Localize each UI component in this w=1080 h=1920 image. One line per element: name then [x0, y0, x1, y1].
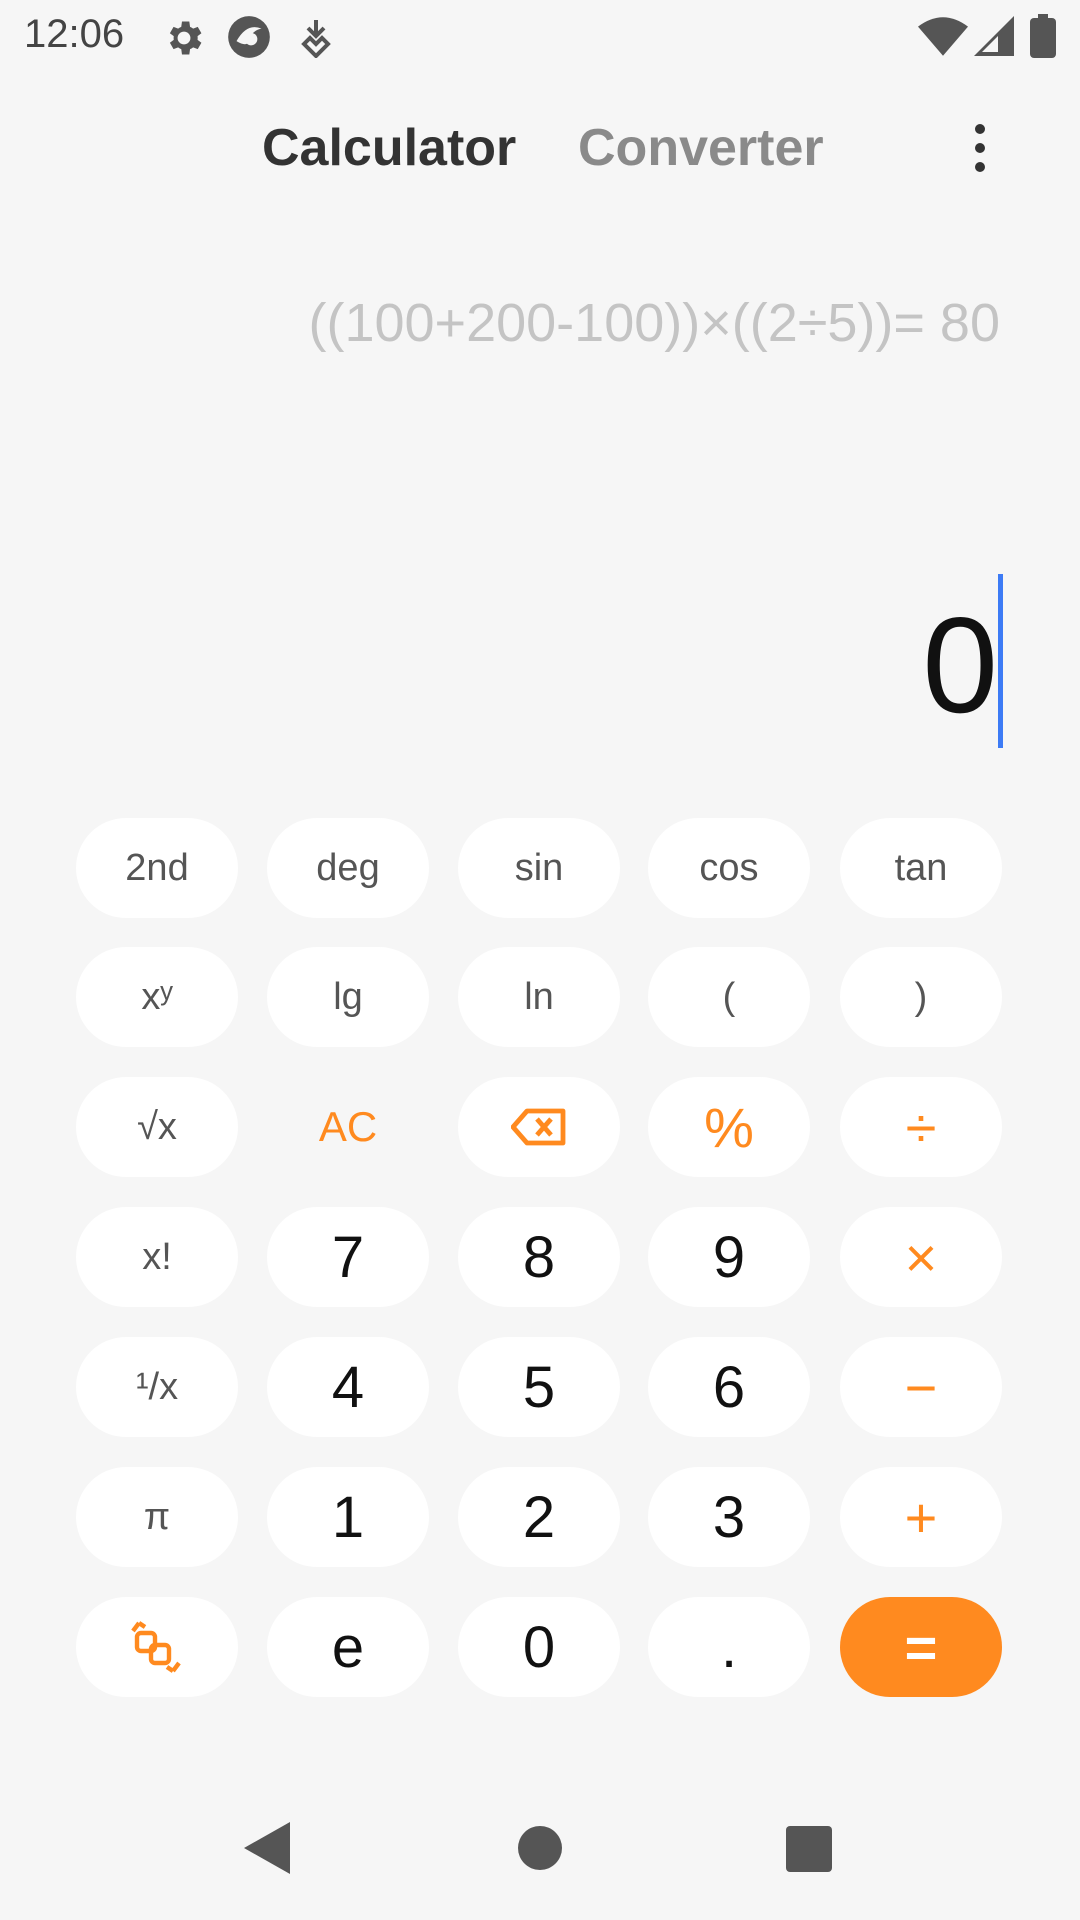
switch-mode-icon	[131, 1621, 181, 1673]
home-icon[interactable]	[518, 1826, 562, 1870]
digit-5-button[interactable]: 5	[458, 1337, 620, 1437]
digit-3-button[interactable]: 3	[648, 1467, 810, 1567]
text-cursor	[998, 574, 1003, 748]
digit-0-button[interactable]: 0	[458, 1597, 620, 1697]
sin-button[interactable]: sin	[458, 818, 620, 918]
decimal-point-button[interactable]: .	[648, 1597, 810, 1697]
percent-button[interactable]: %	[648, 1077, 810, 1177]
log-button[interactable]: lg	[267, 947, 429, 1047]
digit-7-button[interactable]: 7	[267, 1207, 429, 1307]
all-clear-button[interactable]: AC	[267, 1077, 429, 1177]
equals-button[interactable]: =	[840, 1597, 1002, 1697]
degree-mode-button[interactable]: deg	[267, 818, 429, 918]
signal-icon	[974, 16, 1014, 56]
digit-2-button[interactable]: 2	[458, 1467, 620, 1567]
backspace-button[interactable]	[458, 1077, 620, 1177]
tab-converter[interactable]: Converter	[578, 118, 824, 178]
status-bar: 12:06	[0, 0, 1080, 80]
digit-8-button[interactable]: 8	[458, 1207, 620, 1307]
wifi-icon	[918, 17, 968, 56]
ln-button[interactable]: ln	[458, 947, 620, 1047]
more-options-icon[interactable]	[956, 118, 1004, 178]
digit-1-button[interactable]: 1	[267, 1467, 429, 1567]
battery-icon	[1030, 14, 1056, 58]
second-function-button[interactable]: 2nd	[76, 818, 238, 918]
browser-icon	[228, 16, 270, 58]
digit-9-button[interactable]: 9	[648, 1207, 810, 1307]
switch-mode-button[interactable]	[76, 1597, 238, 1697]
open-paren-button[interactable]: (	[648, 947, 810, 1047]
tan-button[interactable]: tan	[840, 818, 1002, 918]
subtract-button[interactable]: −	[840, 1337, 1002, 1437]
tab-calculator[interactable]: Calculator	[262, 118, 516, 178]
reciprocal-button[interactable]: ¹/x	[76, 1337, 238, 1437]
pi-button[interactable]: π	[76, 1467, 238, 1567]
cos-button[interactable]: cos	[648, 818, 810, 918]
power-button[interactable]: xʸ	[76, 947, 238, 1047]
add-button[interactable]: +	[840, 1467, 1002, 1567]
gear-icon	[169, 21, 202, 55]
history-expression[interactable]: ((100+200-100))×((2÷5))= 80	[308, 292, 1000, 354]
euler-button[interactable]: e	[267, 1597, 429, 1697]
recents-icon[interactable]	[786, 1826, 832, 1872]
calculator-screen: 12:06 Calculator Converter ((100+200-100…	[0, 0, 1080, 1920]
close-paren-button[interactable]: )	[840, 947, 1002, 1047]
multiply-button[interactable]: ×	[840, 1207, 1002, 1307]
square-root-button[interactable]: √x	[76, 1077, 238, 1177]
download-icon	[301, 20, 331, 58]
back-icon[interactable]	[244, 1822, 290, 1874]
factorial-button[interactable]: x!	[76, 1207, 238, 1307]
digit-6-button[interactable]: 6	[648, 1337, 810, 1437]
backspace-icon	[511, 1108, 566, 1146]
divide-button[interactable]: ÷	[840, 1077, 1002, 1177]
digit-4-button[interactable]: 4	[267, 1337, 429, 1437]
result-display[interactable]: 0	[922, 590, 998, 740]
status-time: 12:06	[24, 12, 125, 56]
